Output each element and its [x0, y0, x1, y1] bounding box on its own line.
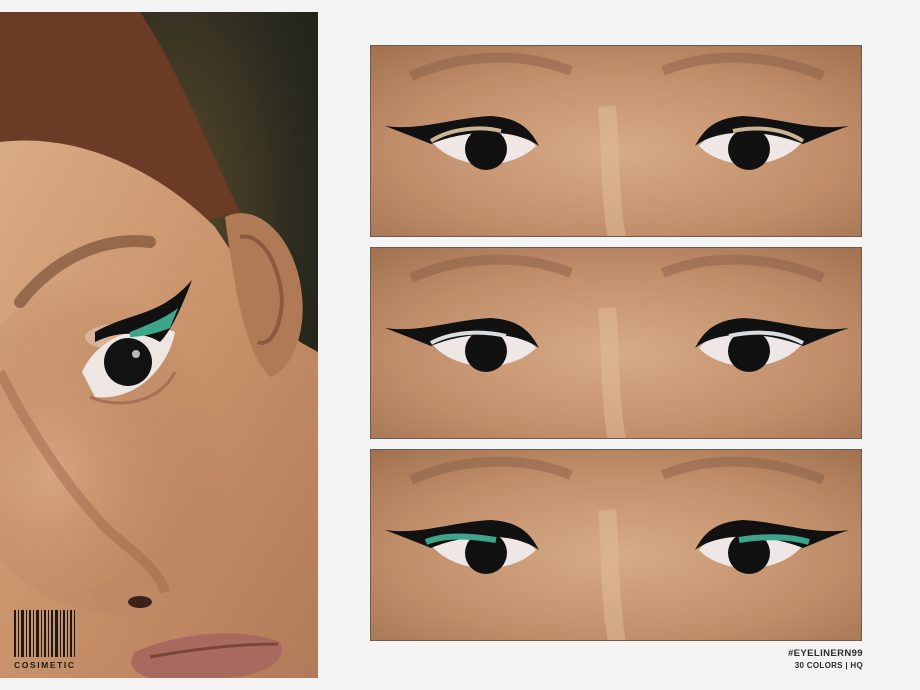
product-hashtag: #EYELINERN99: [787, 648, 863, 659]
product-details: 30 COLORS | HQ: [794, 661, 863, 670]
brand-logo: COSIMETIC: [14, 610, 84, 672]
model-portrait: [0, 12, 318, 678]
eye-panel-2: [370, 247, 862, 439]
barcode-icon: [14, 610, 84, 657]
eye-panel-1: [370, 45, 862, 237]
brand-logo-text: COSIMETIC: [14, 660, 76, 670]
eye-panel-3: [370, 449, 862, 641]
